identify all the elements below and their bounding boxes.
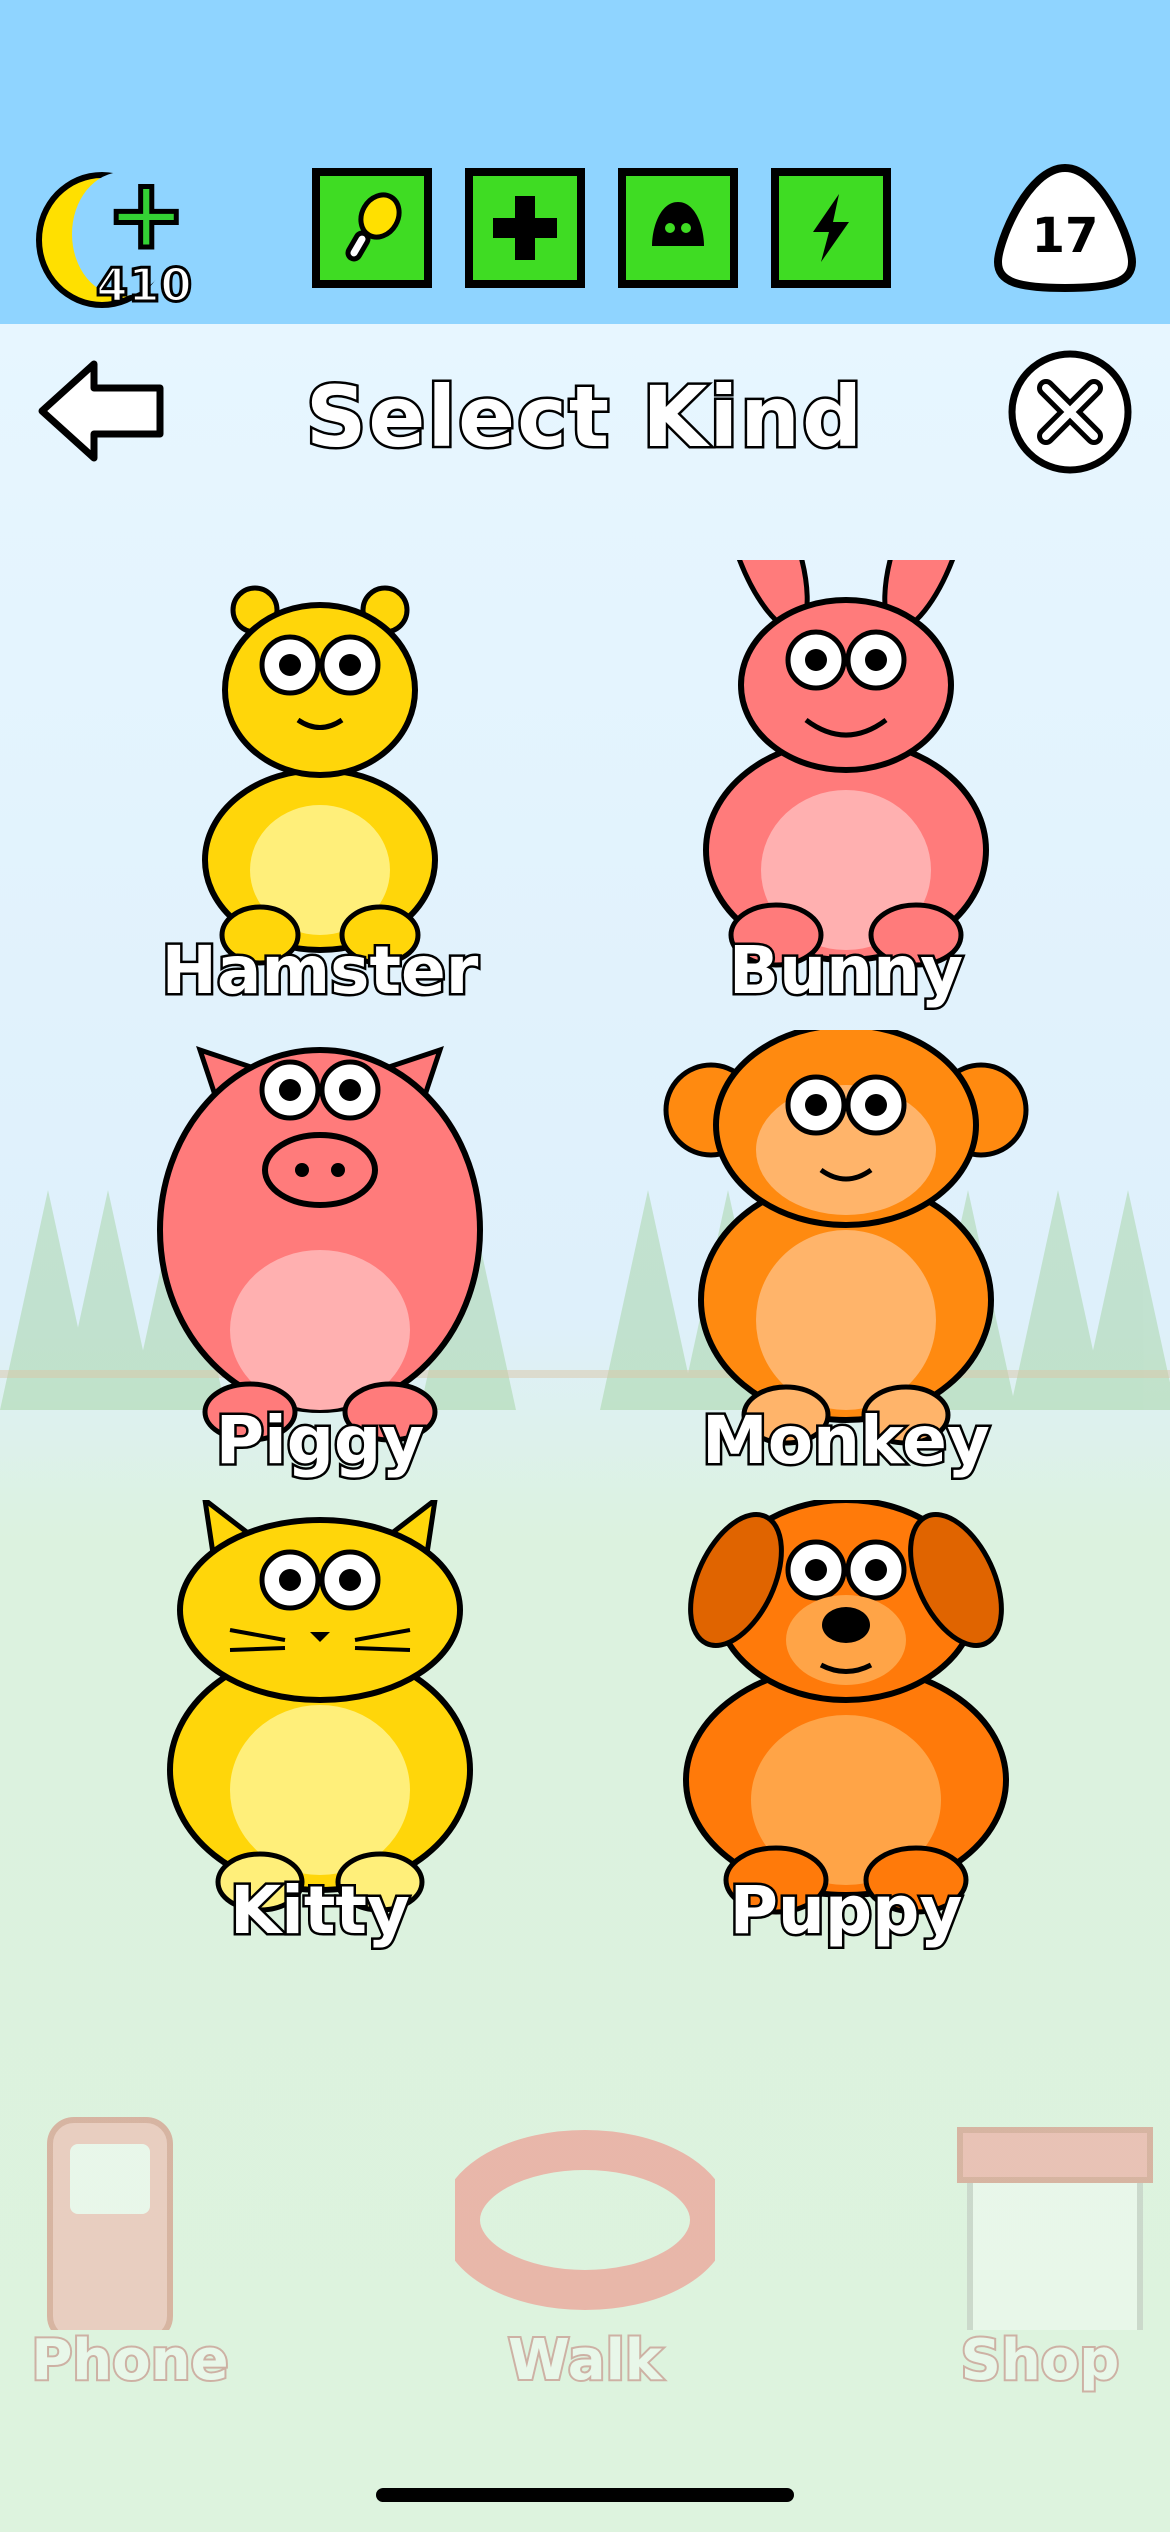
back-arrow-icon[interactable] xyxy=(36,356,168,466)
clean-icon xyxy=(652,202,704,246)
energy-button[interactable] xyxy=(771,168,891,288)
nav-label: Phone xyxy=(29,2326,230,2395)
food-icon xyxy=(345,192,402,262)
close-icon[interactable] xyxy=(1006,348,1134,476)
pet-label: Piggy xyxy=(213,1400,427,1482)
monkey-icon xyxy=(663,1030,1029,1446)
piggy-icon xyxy=(157,1046,483,1443)
pet-option-bunny[interactable]: Bunny xyxy=(636,560,1056,1030)
level-number: 17 xyxy=(1031,208,1099,264)
nav-walk: Walk xyxy=(455,2110,715,2410)
shop-icon xyxy=(957,2127,1153,2330)
health-icon xyxy=(493,196,557,260)
page-title: Select Kind xyxy=(303,366,865,469)
pet-label: Bunny xyxy=(726,930,965,1012)
pet-label: Monkey xyxy=(700,1400,993,1482)
collar-icon xyxy=(455,2130,715,2310)
pet-option-puppy[interactable]: Puppy xyxy=(636,1500,1056,1970)
clean-button[interactable] xyxy=(618,168,738,288)
hamster-icon xyxy=(202,585,438,966)
pet-option-piggy[interactable]: Piggy xyxy=(110,1030,530,1500)
food-button[interactable] xyxy=(312,168,432,288)
pet-option-hamster[interactable]: Hamster xyxy=(110,560,530,1030)
level-badge[interactable]: 17 xyxy=(992,162,1138,293)
nav-phone: Phone xyxy=(0,2110,260,2410)
coin-count: 410 xyxy=(94,257,193,314)
pet-label: Hamster xyxy=(159,930,481,1012)
nav-shop: Shop xyxy=(910,2110,1170,2410)
nav-label: Walk xyxy=(506,2326,664,2395)
coin-balance[interactable]: + 410 xyxy=(36,158,194,314)
energy-icon xyxy=(813,194,849,262)
phone-icon xyxy=(47,2117,173,2330)
pet-option-kitty[interactable]: Kitty xyxy=(110,1500,530,1970)
health-button[interactable] xyxy=(465,168,585,288)
top-hud: + 410 17 xyxy=(0,150,1170,314)
bunny-icon xyxy=(703,560,989,968)
kitty-icon xyxy=(167,1500,473,1913)
pet-label: Kitty xyxy=(228,1870,413,1952)
pet-label: Puppy xyxy=(727,1870,965,1952)
pet-option-monkey[interactable]: Monkey xyxy=(636,1030,1056,1500)
add-coins-icon: + xyxy=(103,158,188,270)
nav-label: Shop xyxy=(959,2326,1122,2395)
puppy-icon xyxy=(683,1500,1009,1915)
home-indicator[interactable] xyxy=(376,2488,794,2502)
